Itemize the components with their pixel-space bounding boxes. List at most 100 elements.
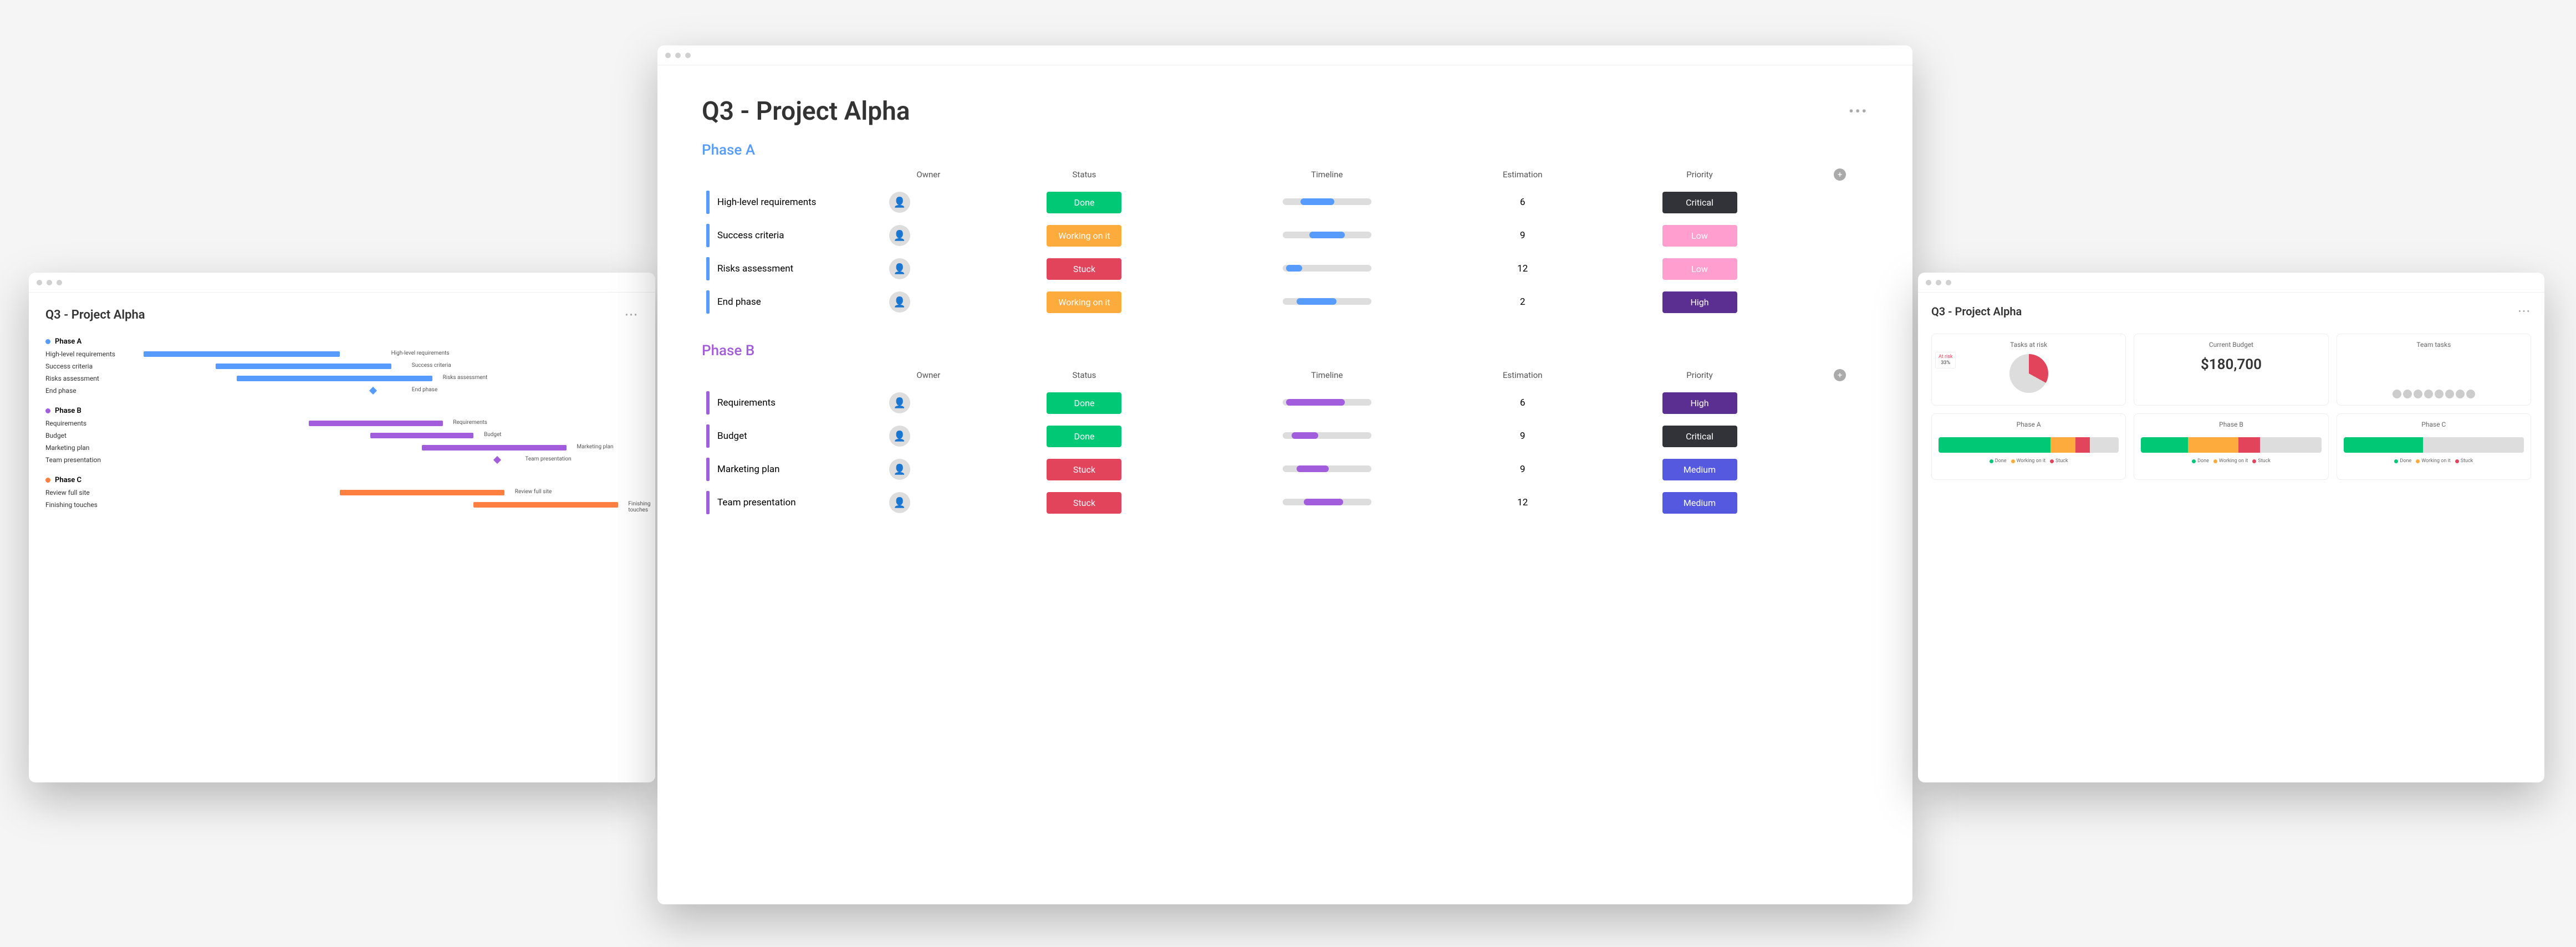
gantt-bar[interactable]: [340, 490, 505, 495]
phase-title: Phase A: [702, 142, 1868, 158]
owner-avatar[interactable]: 👤: [889, 291, 910, 313]
gantt-row[interactable]: Review full site Review full site: [45, 487, 639, 499]
table-row[interactable]: High-level requirements 👤 Done 6 Critica…: [702, 187, 1868, 217]
card-phase-progress[interactable]: Phase B Done Working on it Stuck: [2134, 413, 2328, 480]
table-row[interactable]: Team presentation 👤 Stuck 12 Medium: [702, 488, 1868, 518]
more-menu[interactable]: •••: [625, 311, 639, 320]
window-dot: [665, 53, 671, 58]
status-pill[interactable]: Working on it: [1047, 291, 1121, 313]
table-row[interactable]: Risks assessment 👤 Stuck 12 Low: [702, 254, 1868, 284]
gantt-bar-label: Risks assessment: [443, 375, 488, 381]
gantt-bar[interactable]: [144, 351, 339, 357]
gantt-label: High-level requirements: [45, 350, 123, 358]
task-name: Team presentation: [717, 497, 796, 508]
milestone-diamond-icon: [369, 387, 377, 395]
gantt-bar-label: High-level requirements: [391, 350, 450, 356]
gantt-bar[interactable]: [422, 445, 566, 451]
more-menu[interactable]: •••: [2518, 308, 2531, 316]
window-dot: [47, 280, 52, 285]
card-phase-progress[interactable]: Phase A Done Working on it Stuck: [1931, 413, 2126, 480]
priority-pill[interactable]: Critical: [1662, 426, 1737, 447]
estimation-value: 12: [1457, 488, 1587, 518]
gantt-row[interactable]: Budget Budget: [45, 429, 639, 442]
gantt-label: Team presentation: [45, 456, 123, 464]
status-pill[interactable]: Stuck: [1047, 258, 1121, 280]
task-name: Requirements: [717, 397, 776, 408]
task-name: Budget: [717, 431, 747, 442]
more-menu[interactable]: •••: [1849, 104, 1868, 119]
gantt-row[interactable]: Marketing plan Marketing plan: [45, 442, 639, 454]
priority-pill[interactable]: Low: [1662, 258, 1737, 280]
gantt-bar[interactable]: [473, 502, 618, 508]
table-row[interactable]: End phase 👤 Working on it 2 High: [702, 287, 1868, 317]
gantt-row[interactable]: Success criteria Success criteria: [45, 360, 639, 372]
timeline-bar[interactable]: [1283, 399, 1371, 406]
owner-avatar[interactable]: 👤: [889, 258, 910, 279]
card-team-tasks[interactable]: Team tasks: [2337, 334, 2531, 406]
page-title: Q3 - Project Alpha: [1931, 305, 2022, 318]
avatar-icon: [2424, 390, 2433, 398]
table-row[interactable]: Marketing plan 👤 Stuck 9 Medium: [702, 454, 1868, 484]
table-row[interactable]: Budget 👤 Done 9 Critical: [702, 421, 1868, 451]
gantt-row[interactable]: Risks assessment Risks assessment: [45, 372, 639, 385]
status-pill[interactable]: Done: [1047, 426, 1121, 447]
budget-value: $180,700: [2141, 356, 2321, 373]
gantt-bar[interactable]: [216, 364, 391, 369]
task-name: End phase: [717, 296, 761, 308]
gantt-bar-label: End phase: [412, 387, 437, 393]
titlebar: [1918, 273, 2544, 293]
add-column-button[interactable]: +: [1834, 369, 1846, 381]
estimation-value: 2: [1457, 287, 1587, 317]
gantt-window: Q3 - Project Alpha ••• Phase A High-leve…: [29, 273, 655, 782]
gantt-phase-heading: Phase C: [45, 476, 639, 484]
table-row[interactable]: Requirements 👤 Done 6 High: [702, 388, 1868, 418]
owner-avatar[interactable]: 👤: [889, 459, 910, 480]
gantt-label: Review full site: [45, 489, 123, 496]
col-owner: Owner: [885, 165, 972, 184]
timeline-bar[interactable]: [1283, 265, 1371, 272]
priority-pill[interactable]: Critical: [1662, 192, 1737, 213]
timeline-bar[interactable]: [1283, 432, 1371, 439]
owner-avatar[interactable]: 👤: [889, 392, 910, 413]
avatar-icon: [2456, 390, 2465, 398]
add-column-button[interactable]: +: [1834, 168, 1846, 181]
status-pill[interactable]: Working on it: [1047, 225, 1121, 247]
owner-avatar[interactable]: 👤: [889, 492, 910, 513]
status-pill[interactable]: Done: [1047, 392, 1121, 414]
task-name: Marketing plan: [717, 464, 779, 475]
gantt-bar[interactable]: [370, 433, 473, 438]
owner-avatar[interactable]: 👤: [889, 426, 910, 447]
gantt-row[interactable]: Team presentation Team presentation: [45, 454, 639, 466]
timeline-bar[interactable]: [1283, 232, 1371, 238]
owner-avatar[interactable]: 👤: [889, 192, 910, 213]
gantt-row[interactable]: Finishing touches Finishing touches: [45, 499, 639, 511]
priority-pill[interactable]: Low: [1662, 225, 1737, 247]
col-timeline: Timeline: [1196, 165, 1457, 184]
status-pill[interactable]: Stuck: [1047, 459, 1121, 480]
owner-avatar[interactable]: 👤: [889, 225, 910, 246]
gantt-bar[interactable]: [309, 421, 443, 426]
status-pill[interactable]: Done: [1047, 192, 1121, 213]
timeline-bar[interactable]: [1283, 198, 1371, 205]
priority-pill[interactable]: Medium: [1662, 459, 1737, 480]
priority-pill[interactable]: High: [1662, 291, 1737, 313]
card-phase-progress[interactable]: Phase C Done Working on it Stuck: [2337, 413, 2531, 480]
gantt-row[interactable]: End phase End phase: [45, 385, 639, 397]
card-title: Tasks at risk: [1939, 341, 2119, 349]
dashboard-window: Q3 - Project Alpha ••• Tasks at risk At …: [1918, 273, 2544, 782]
window-dot: [685, 53, 691, 58]
timeline-bar[interactable]: [1283, 298, 1371, 305]
gantt-row[interactable]: Requirements Requirements: [45, 417, 639, 429]
gantt-row[interactable]: High-level requirements High-level requi…: [45, 348, 639, 360]
status-pill[interactable]: Stuck: [1047, 492, 1121, 514]
timeline-bar[interactable]: [1283, 465, 1371, 472]
card-budget[interactable]: Current Budget $180,700: [2134, 334, 2328, 406]
priority-pill[interactable]: Medium: [1662, 492, 1737, 514]
table-row[interactable]: Success criteria 👤 Working on it 9 Low: [702, 221, 1868, 250]
timeline-bar[interactable]: [1283, 499, 1371, 505]
milestone-diamond-icon: [493, 456, 501, 464]
card-tasks-at-risk[interactable]: Tasks at risk At risk 33%: [1931, 334, 2126, 406]
gantt-bar[interactable]: [237, 376, 432, 381]
col-owner: Owner: [885, 366, 972, 385]
priority-pill[interactable]: High: [1662, 392, 1737, 414]
